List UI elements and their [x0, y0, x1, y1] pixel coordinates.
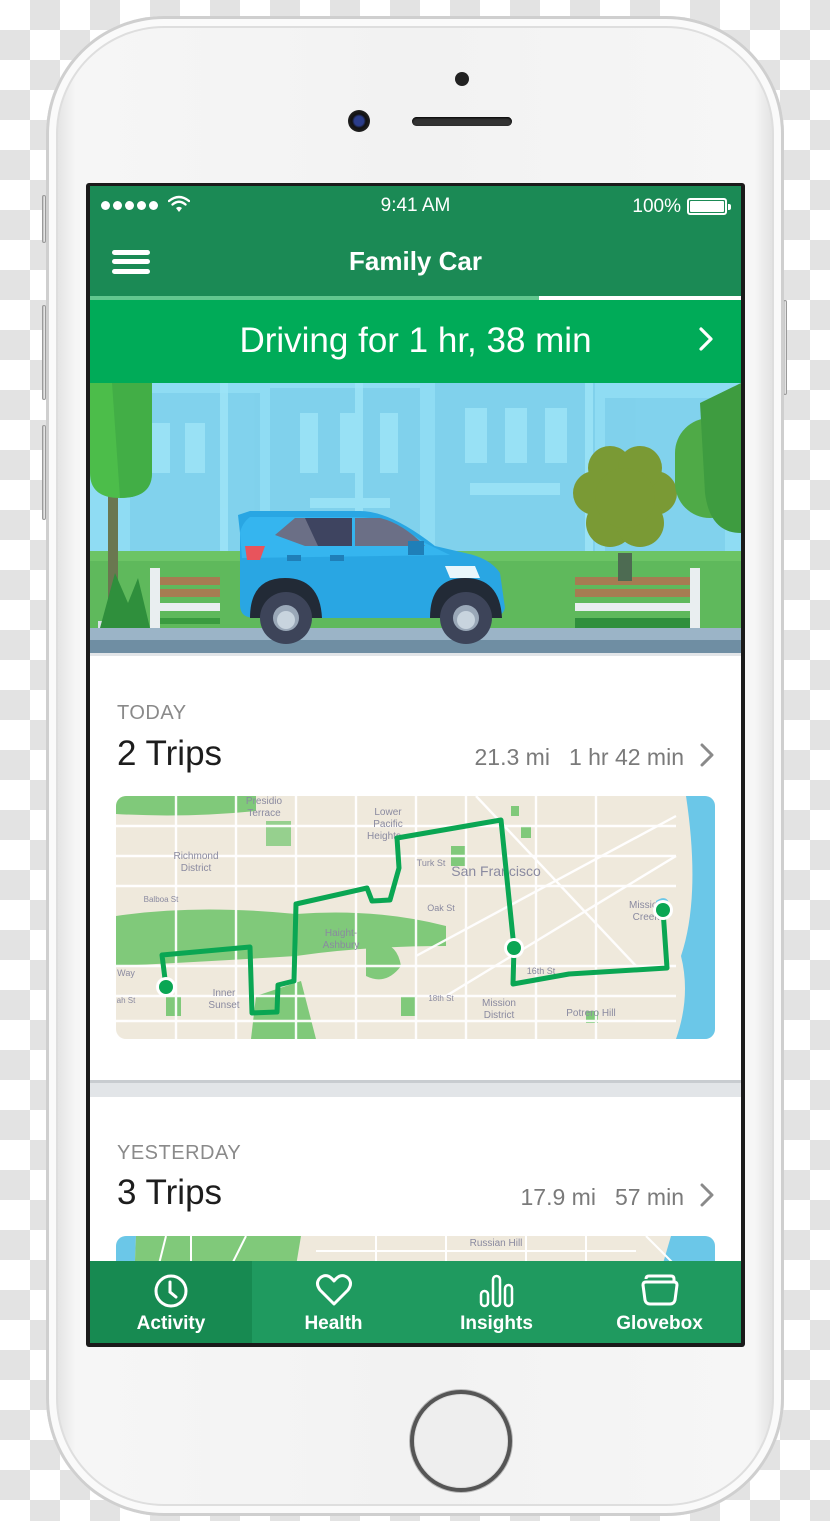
svg-text:Turk St: Turk St [417, 858, 446, 868]
phone-screen: 9:41 AM 100% Family Car Driving for 1 hr… [86, 183, 745, 1347]
svg-text:Presidio: Presidio [246, 796, 283, 807]
bar-chart-icon [479, 1274, 513, 1308]
chevron-right-icon [699, 327, 713, 351]
svg-text:Haight-: Haight- [325, 928, 357, 939]
svg-text:San Francisco: San Francisco [451, 863, 541, 879]
battery-percentage: 100% [632, 196, 681, 217]
svg-text:Sunset: Sunset [208, 1000, 239, 1011]
svg-text:Pacific: Pacific [373, 819, 402, 830]
trip-route-map[interactable]: PresidioTerrace LowerPacificHeights Rich… [116, 796, 715, 1039]
trip-stats: 21.3 mi 1 hr 42 min [475, 744, 685, 771]
clock-icon [154, 1274, 188, 1308]
svg-text:District: District [181, 863, 212, 874]
svg-text:Mission: Mission [482, 998, 516, 1009]
driving-status-text: Driving for 1 hr, 38 min [239, 321, 592, 360]
trip-distance: 17.9 mi [520, 1184, 596, 1210]
svg-text:Richmond: Richmond [173, 851, 218, 862]
chevron-right-icon[interactable] [700, 743, 714, 767]
navigation-bar: Family Car [90, 226, 741, 296]
card-date-label: TODAY [117, 702, 187, 724]
earpiece-speaker [412, 117, 512, 126]
car-illustration [90, 383, 741, 653]
svg-text:Way: Way [117, 968, 135, 978]
trip-stats: 17.9 mi 57 min [521, 1184, 684, 1211]
home-button [410, 1390, 512, 1492]
tab-label: Activity [136, 1313, 206, 1334]
tab-activity[interactable]: Activity [90, 1261, 252, 1343]
glovebox-icon [641, 1274, 678, 1306]
tab-label: Health [304, 1313, 363, 1334]
svg-text:Oak St: Oak St [427, 903, 455, 913]
svg-text:Ashbury: Ashbury [323, 940, 360, 951]
svg-text:16th St: 16th St [527, 966, 556, 976]
bottom-tab-bar: Activity Health Insights Glovebox [90, 1261, 741, 1343]
card-date-label: YESTERDAY [117, 1142, 242, 1164]
svg-text:Terrace: Terrace [247, 808, 281, 819]
trip-duration: 1 hr 42 min [568, 744, 684, 770]
battery-icon [687, 198, 731, 215]
tab-health[interactable]: Health [252, 1261, 415, 1343]
svg-text:18th St: 18th St [428, 994, 454, 1003]
tab-label: Insights [460, 1313, 533, 1334]
svg-text:Inner: Inner [213, 988, 236, 999]
svg-text:ah St: ah St [117, 996, 136, 1005]
trip-duration: 57 min [614, 1184, 684, 1210]
svg-text:District: District [484, 1010, 515, 1021]
app-screen: 9:41 AM 100% Family Car Driving for 1 hr… [90, 186, 741, 1343]
tab-glovebox[interactable]: Glovebox [578, 1261, 741, 1343]
page-title: Family Car [349, 246, 482, 276]
svg-text:Lower: Lower [374, 807, 402, 818]
chevron-right-icon[interactable] [700, 1183, 714, 1207]
tab-insights[interactable]: Insights [415, 1261, 578, 1343]
heart-icon [315, 1274, 352, 1306]
front-camera [348, 110, 370, 132]
svg-text:Balboa St: Balboa St [144, 895, 179, 904]
svg-text:Russian Hill: Russian Hill [470, 1238, 523, 1249]
trip-distance: 21.3 mi [474, 744, 550, 770]
proximity-sensor [455, 72, 469, 86]
status-bar: 9:41 AM 100% [90, 186, 741, 226]
svg-text:Potrero Hill: Potrero Hill [566, 1008, 615, 1019]
trip-count: 3 Trips [117, 1173, 223, 1212]
driving-status-banner[interactable]: Driving for 1 hr, 38 min [90, 300, 741, 383]
tab-label: Glovebox [616, 1313, 703, 1334]
trip-count: 2 Trips [117, 734, 223, 773]
